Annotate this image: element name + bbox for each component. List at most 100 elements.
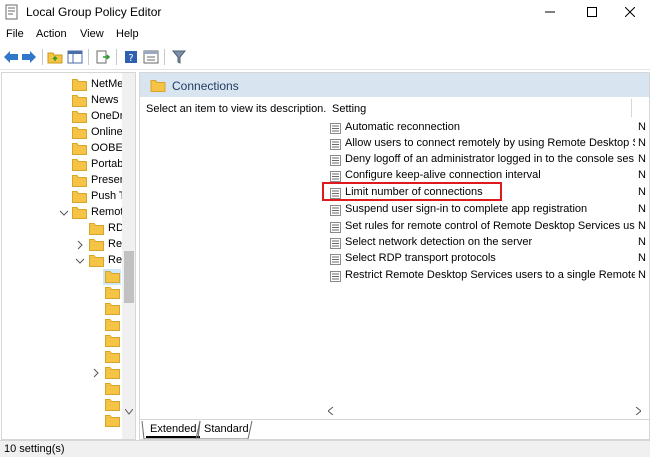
- tree-item[interactable]: [2, 333, 126, 349]
- tree-item[interactable]: Rer: [2, 237, 126, 253]
- help-button[interactable]: ?: [122, 48, 140, 66]
- policy-editor-app-icon: [5, 4, 18, 20]
- setting-row[interactable]: Suspend user sign-in to complete app reg…: [326, 202, 649, 218]
- setting-row[interactable]: Select network detection on the server N: [326, 235, 649, 251]
- tree-item[interactable]: OOBE: [2, 141, 126, 157]
- horizontal-scrollbar[interactable]: [326, 403, 649, 419]
- pane-header: Connections: [140, 73, 649, 97]
- tree-item[interactable]: [2, 413, 126, 429]
- chevron-down-icon[interactable]: [59, 208, 69, 218]
- tree-item[interactable]: [2, 397, 126, 413]
- tree-item[interactable]: Online: [2, 125, 126, 141]
- tree-item[interactable]: NetMe: [2, 77, 126, 93]
- forward-button[interactable]: [20, 48, 38, 66]
- menu-action[interactable]: Action: [36, 28, 67, 40]
- setting-row[interactable]: Restrict Remote Desktop Services users t…: [326, 268, 649, 284]
- tree-pane[interactable]: NetMe News a OneDr Online OOBE Portab Pr…: [1, 72, 136, 440]
- toolbar: ?: [0, 44, 650, 70]
- filter-button[interactable]: [170, 48, 188, 66]
- menu-help[interactable]: Help: [116, 28, 139, 40]
- tree-item[interactable]: Portab: [2, 157, 126, 173]
- setting-row[interactable]: Select RDP transport protocols N: [326, 251, 649, 267]
- menu-view[interactable]: View: [80, 28, 104, 40]
- folder-icon: [150, 80, 166, 92]
- tab-outline: [141, 420, 253, 439]
- minimize-button[interactable]: [530, 0, 570, 24]
- svg-text:?: ?: [128, 53, 133, 64]
- policy-setting-icon: [330, 139, 341, 150]
- tree-item[interactable]: Push T: [2, 189, 126, 205]
- tree-vertical-scrollbar[interactable]: [122, 73, 135, 439]
- view-tabs: Extended Standard: [140, 419, 649, 439]
- export-list-button[interactable]: [94, 48, 112, 66]
- column-header-setting[interactable]: Setting: [332, 103, 366, 115]
- policy-setting-icon: [330, 222, 341, 233]
- maximize-button[interactable]: [572, 0, 612, 24]
- folder-icon: [72, 111, 87, 123]
- scroll-left-arrow-icon[interactable]: [328, 407, 334, 415]
- tree-item-label: OOBE: [91, 142, 123, 154]
- tree-item[interactable]: RD: [2, 221, 126, 237]
- policy-setting-icon: [330, 238, 341, 249]
- folder-icon: [72, 79, 87, 91]
- forward-arrow-icon: [22, 51, 36, 63]
- properties-icon: [143, 50, 159, 64]
- folder-icon: [72, 95, 87, 107]
- show-hide-tree-button[interactable]: [66, 48, 84, 66]
- setting-name: Restrict Remote Desktop Services users t…: [345, 269, 635, 281]
- tree-item[interactable]: OneDr: [2, 109, 126, 125]
- chevron-right-icon[interactable]: [75, 240, 85, 250]
- back-arrow-icon: [4, 51, 18, 63]
- setting-row[interactable]: Set rules for remote control of Remote D…: [326, 219, 649, 235]
- toolbar-separator: [116, 49, 117, 65]
- menu-file[interactable]: File: [6, 28, 24, 40]
- setting-state: N: [638, 186, 646, 198]
- setting-name: Deny logoff of an administrator logged i…: [345, 153, 635, 165]
- toolbar-separator: [164, 49, 165, 65]
- folder-icon: [105, 351, 120, 363]
- tree-item-label: Portab: [91, 158, 124, 170]
- toolbar-separator: [42, 49, 43, 65]
- tree-item[interactable]: [2, 317, 126, 333]
- folder-open-icon: [89, 255, 104, 267]
- up-one-level-button[interactable]: [46, 48, 64, 66]
- chevron-down-icon[interactable]: [75, 256, 85, 266]
- tree-item[interactable]: Presen: [2, 173, 126, 189]
- folder-icon: [105, 383, 120, 395]
- folder-icon: [105, 399, 120, 411]
- scrollbar-thumb[interactable]: [124, 251, 134, 303]
- tree-item-selected[interactable]: [2, 269, 126, 285]
- tree-item-label: Online: [91, 126, 123, 138]
- folder-icon: [105, 287, 120, 299]
- setting-state: N: [638, 203, 646, 215]
- tree-item[interactable]: News a: [2, 93, 128, 109]
- setting-state: N: [638, 153, 646, 165]
- setting-row[interactable]: Automatic reconnection N: [326, 120, 649, 136]
- setting-row[interactable]: Deny logoff of an administrator logged i…: [326, 152, 649, 168]
- help-icon: ?: [125, 51, 137, 64]
- column-divider[interactable]: [631, 99, 632, 117]
- export-list-icon: [96, 50, 111, 64]
- scroll-right-arrow-icon[interactable]: [635, 407, 641, 415]
- folder-icon: [72, 143, 87, 155]
- show-hide-tree-icon: [67, 50, 83, 64]
- setting-row[interactable]: Allow users to connect remotely by using…: [326, 136, 649, 152]
- tree-item[interactable]: [2, 381, 126, 397]
- back-button[interactable]: [2, 48, 20, 66]
- scroll-down-arrow-icon[interactable]: [125, 409, 133, 415]
- tree-item-label: Presen: [91, 174, 126, 186]
- tree-item[interactable]: Rer: [2, 253, 126, 269]
- close-button[interactable]: [610, 0, 650, 24]
- properties-button[interactable]: [142, 48, 160, 66]
- tree-item-remote-desktop[interactable]: Remot: [2, 205, 126, 221]
- policy-setting-icon: [330, 155, 341, 166]
- status-text: 10 setting(s): [4, 443, 65, 455]
- tree-item[interactable]: [2, 285, 126, 301]
- chevron-right-icon[interactable]: [91, 368, 101, 378]
- policy-setting-icon: [330, 123, 341, 134]
- details-pane: Connections Select an item to view its d…: [139, 72, 650, 440]
- tree-item[interactable]: [2, 301, 126, 317]
- setting-name: Suspend user sign-in to complete app reg…: [345, 203, 588, 215]
- tree-item[interactable]: [2, 365, 126, 381]
- tree-item[interactable]: [2, 349, 126, 365]
